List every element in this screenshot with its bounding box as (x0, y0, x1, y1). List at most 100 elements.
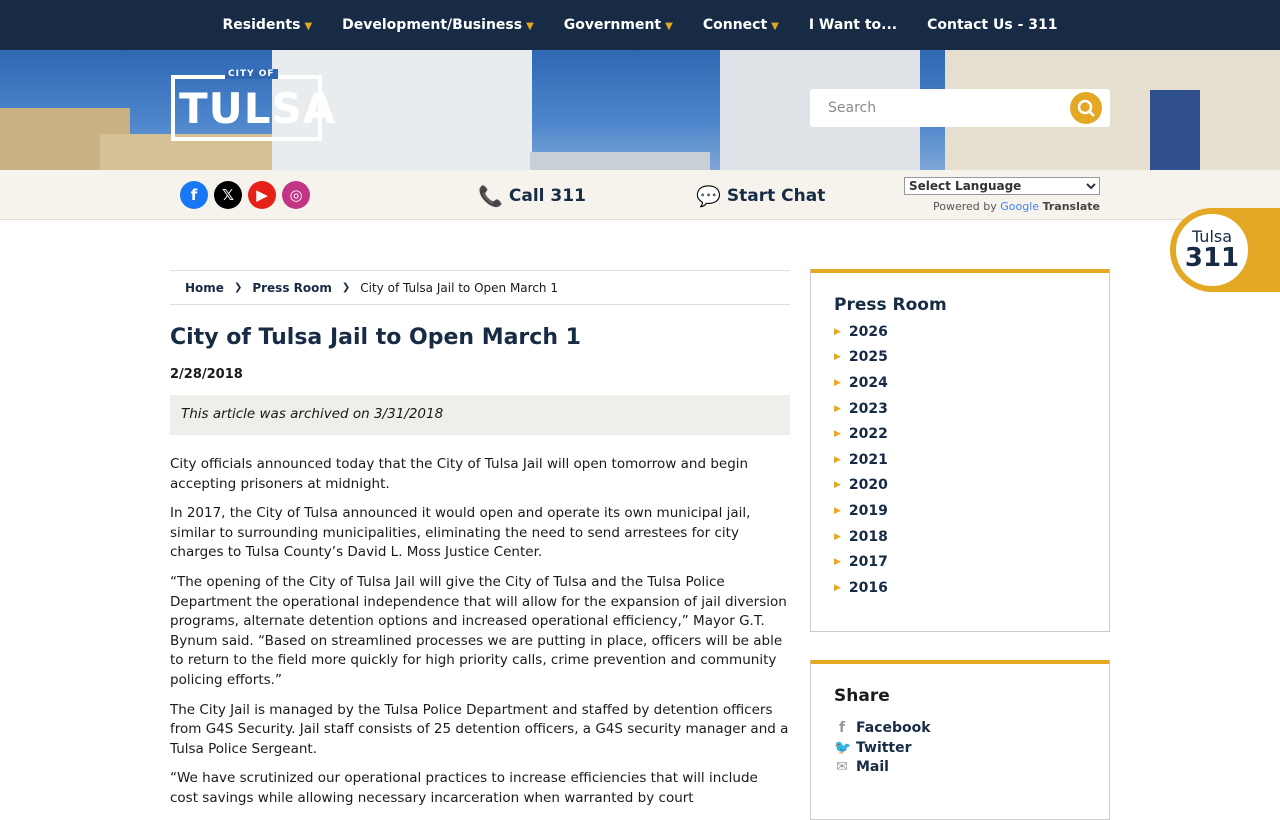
youtube-icon[interactable]: ▶ (248, 181, 276, 209)
press-year-label: 2016 (848, 579, 888, 596)
language-select[interactable]: Select Language (904, 177, 1100, 195)
press-year-label: 2019 (848, 502, 888, 519)
press-year-label: 2025 (848, 349, 888, 366)
article-paragraph: “We have scrutinized our operational pra… (170, 770, 758, 806)
chevron-down-icon: ▼ (526, 20, 534, 32)
chat-icon: 💬 (696, 184, 721, 208)
chevron-down-icon: ▼ (665, 20, 673, 32)
twitter-icon: 🐦 (834, 739, 852, 756)
caret-right-icon: ▶ (834, 403, 841, 414)
start-chat-link[interactable]: 💬 Start Chat (696, 184, 825, 208)
caret-right-icon: ▶ (834, 429, 841, 440)
badge-circle: Tulsa 311 (1173, 211, 1251, 289)
badge-line2: 311 (1184, 243, 1240, 273)
breadcrumb: Home ❯ Press Room ❯ City of Tulsa Jail t… (170, 270, 790, 305)
press-year-2018[interactable]: ▶ 2018 (834, 524, 1086, 550)
nav-item-development-business[interactable]: Development/Business ▼ (327, 17, 549, 33)
press-year-2019[interactable]: ▶ 2019 (834, 498, 1086, 524)
caret-right-icon: ▶ (834, 505, 841, 516)
year-list: ▶ 2026 ▶ 2025 ▶ 2024 ▶ 2023 ▶ 2022 ▶ 2021 ▶ 2020 ▶ 2019… (834, 319, 1086, 601)
share-label: Facebook (856, 719, 931, 736)
nav-item-i-want-to[interactable]: I Want to... (794, 17, 912, 33)
translate-label[interactable]: Translate (1043, 200, 1100, 213)
powered-by-label: Powered by (933, 200, 997, 213)
press-year-label: 2021 (848, 451, 888, 468)
press-room-heading: Press Room (834, 295, 947, 315)
chevron-down-icon: ▼ (771, 20, 779, 32)
search-box (810, 89, 1110, 127)
caret-right-icon: ▶ (834, 352, 841, 363)
chevron-right-icon: ❯ (233, 282, 243, 293)
mail-icon: ✉ (836, 759, 848, 776)
share-heading: Share (834, 686, 890, 706)
nav-item-label: Development/Business (342, 17, 523, 33)
press-year-label: 2023 (848, 400, 888, 417)
search-button[interactable] (1070, 92, 1102, 124)
article-date: 2/28/2018 (170, 367, 243, 382)
logo-city-of: CITY OF (225, 69, 278, 79)
article-paragraph: In 2017, the City of Tulsa announced it … (170, 505, 751, 561)
breadcrumb-press-room[interactable]: Press Room (252, 281, 332, 295)
nav-item-government[interactable]: Government ▼ (549, 17, 688, 33)
press-year-2026[interactable]: ▶ 2026 (834, 319, 1086, 345)
caret-right-icon: ▶ (834, 480, 841, 491)
translate-widget: Select Language Powered by Google Transl… (904, 175, 1100, 213)
caret-right-icon: ▶ (834, 582, 841, 593)
press-year-2022[interactable]: ▶ 2022 (834, 421, 1086, 447)
call-label: Call 311 (508, 186, 586, 206)
breadcrumb-home[interactable]: Home (185, 281, 224, 295)
caret-right-icon: ▶ (834, 531, 841, 542)
search-input[interactable] (828, 100, 1048, 116)
caret-right-icon: ▶ (834, 377, 841, 388)
press-year-2020[interactable]: ▶ 2020 (834, 473, 1086, 499)
article-body: City officials announced today that the … (170, 455, 790, 819)
article-paragraph: The City Jail is managed by the Tulsa Po… (170, 701, 789, 757)
chat-label: Start Chat (726, 186, 826, 206)
google-logo: Google (1000, 200, 1040, 213)
share-mail[interactable]: ✉ Mail (834, 757, 1086, 777)
press-year-2024[interactable]: ▶ 2024 (834, 370, 1086, 396)
nav-item-connect[interactable]: Connect ▼ (688, 17, 794, 33)
tulsa-311-badge[interactable]: Tulsa 311 (1170, 208, 1280, 292)
article-paragraph: “The opening of the City of Tulsa Jail w… (170, 573, 787, 688)
press-year-label: 2024 (848, 374, 888, 391)
archived-notice: This article was archived on 3/31/2018 (170, 395, 790, 435)
press-year-2017[interactable]: ▶ 2017 (834, 549, 1086, 575)
share-label: Twitter (856, 739, 912, 756)
press-year-label: 2018 (848, 528, 888, 545)
share-list: f Facebook 🐦 Twitter ✉ Mail (834, 718, 1086, 777)
powered-by: Powered by Google Translate (904, 200, 1100, 213)
nav-item-residents[interactable]: Residents ▼ (208, 17, 328, 33)
press-year-2025[interactable]: ▶ 2025 (834, 345, 1086, 371)
press-year-2016[interactable]: ▶ 2016 (834, 575, 1086, 601)
city-logo[interactable]: CITY OF TULSA (171, 69, 335, 141)
facebook-icon: f (838, 719, 846, 736)
article-paragraph: City officials announced today that the … (170, 456, 749, 492)
nav-item-label: Contact Us - 311 (927, 17, 1058, 33)
facebook-icon[interactable]: f (180, 181, 208, 209)
logo-tulsa: TULSA (179, 84, 337, 133)
chevron-right-icon: ❯ (341, 282, 351, 293)
caret-right-icon: ▶ (834, 326, 841, 337)
nav-item-label: Connect (702, 17, 768, 33)
share-facebook[interactable]: f Facebook (834, 718, 1086, 738)
share-panel: Share f Facebook 🐦 Twitter ✉ Mail (810, 660, 1110, 820)
share-twitter[interactable]: 🐦 Twitter (834, 738, 1086, 758)
instagram-icon[interactable]: ◎ (282, 181, 310, 209)
press-year-label: 2020 (848, 477, 888, 494)
call-311-link[interactable]: 📞 Call 311 (478, 184, 586, 208)
search-icon (1077, 99, 1095, 117)
press-room-panel: Press Room ▶ 2026 ▶ 2025 ▶ 2024 ▶ 2023 ▶ 2022 ▶ 202… (810, 269, 1110, 632)
x-icon[interactable]: 𝕏 (214, 181, 242, 209)
nav-item-label: Residents (222, 17, 301, 33)
chevron-down-icon: ▼ (304, 20, 313, 32)
press-year-label: 2017 (848, 554, 888, 571)
main-navigation: Residents ▼ Development/Business ▼ Governmen… (0, 0, 1280, 50)
nav-item-label: Government (563, 17, 662, 33)
press-year-label: 2026 (848, 323, 888, 340)
caret-right-icon: ▶ (834, 557, 841, 568)
press-year-2021[interactable]: ▶ 2021 (834, 447, 1086, 473)
nav-item-contact-us-311[interactable]: Contact Us - 311 (912, 17, 1072, 33)
press-year-2023[interactable]: ▶ 2023 (834, 396, 1086, 422)
share-label: Mail (856, 759, 889, 776)
